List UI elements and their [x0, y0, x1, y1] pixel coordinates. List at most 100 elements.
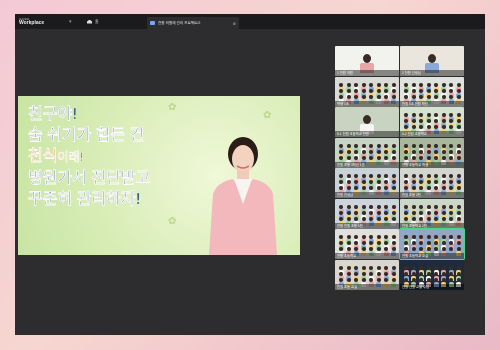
person-head [361, 143, 366, 148]
person-head [449, 143, 453, 148]
person-head [434, 271, 438, 276]
participant-name: 학생 1조 [335, 100, 399, 107]
person-head [376, 94, 381, 99]
person-head [354, 265, 358, 270]
person-head [449, 155, 453, 160]
person-head [384, 216, 388, 221]
participant-tile[interactable]: 천원 초등학교 2반 [400, 198, 464, 229]
person-head [384, 265, 388, 270]
person-head [391, 82, 396, 87]
person-head [354, 143, 358, 148]
video-icon [150, 21, 155, 25]
person-head [346, 210, 351, 215]
person-head [346, 143, 351, 148]
person-head [441, 143, 446, 148]
participant-tile[interactable]: 천원 선생님 [335, 168, 399, 198]
participant-tile[interactable]: 2 천원 선생님 [400, 46, 464, 76]
person-head [361, 88, 366, 93]
person-head [346, 265, 351, 270]
person-head [384, 155, 388, 160]
participant-name: 천원 초등학교 교실 [400, 253, 464, 259]
person-head [449, 277, 453, 282]
person-head [339, 265, 343, 270]
close-icon[interactable]: ⊗ [233, 21, 236, 26]
chevron-down-icon[interactable]: ▾ [69, 19, 79, 25]
participant-tile[interactable]: 천원 1조 천원 학년 [400, 76, 464, 107]
person-head [376, 155, 381, 160]
person-head [369, 271, 373, 276]
person-head [434, 94, 438, 99]
home-nav[interactable]: 홈 [87, 19, 99, 25]
person-head [426, 265, 431, 270]
participant-tile[interactable]: 천원 초등학교 교실 [399, 228, 465, 260]
person-head [449, 204, 453, 209]
person-head [449, 88, 453, 93]
meeting-tab[interactable]: 천원 의원에 관리 프로젝트/2 ⊗ [147, 17, 239, 29]
participant-tile[interactable]: 학생 1조 [335, 76, 399, 107]
person-head [411, 265, 416, 270]
person-head [434, 149, 438, 154]
home-label: 홈 [95, 18, 99, 24]
person-head [434, 210, 438, 215]
participant-tile[interactable]: 천원 초등 3학년 1반 [335, 137, 399, 168]
participant-tile[interactable]: 4-2 천원 초등학교 [400, 107, 464, 137]
person-head [441, 155, 446, 160]
person-head [354, 88, 358, 93]
meeting-window: NAVER Workplace ▾ 홈 천원 의원에 관리 프로젝트/2 ⊗ ✿… [15, 14, 485, 335]
participant-name: 천원 1조 천원 학년 [400, 100, 464, 107]
participant-tile[interactable]: 5-1 천원 초등학교 천원 [335, 107, 399, 137]
person-head [346, 277, 351, 282]
person-head [441, 88, 446, 93]
participant-name: 천원 초등학교 학생 [400, 161, 464, 168]
person-head [384, 82, 388, 87]
person-head [449, 94, 453, 99]
participant-tile[interactable]: 천원 초등학교 학생 [400, 137, 464, 168]
person-head [456, 143, 461, 148]
person-head [376, 271, 381, 276]
person-head [434, 277, 438, 282]
person-head [411, 143, 416, 148]
person-head [441, 210, 446, 215]
leaf-icon: ✿ [168, 216, 177, 227]
person-head [384, 88, 388, 93]
person-head [384, 149, 388, 154]
person-head [339, 82, 343, 87]
person-head [369, 204, 373, 209]
person-head [361, 265, 366, 270]
participant-name: 천원 초등 3학년 1반 [335, 161, 399, 168]
person-head [426, 88, 431, 93]
person-head [346, 149, 351, 154]
person-head [441, 271, 446, 276]
person-head [428, 54, 436, 63]
person-head [441, 265, 446, 270]
participant-name: 천원 천원 교실 수업 [400, 283, 464, 290]
person-head [376, 143, 381, 148]
person-head [391, 204, 396, 209]
person-head [456, 88, 461, 93]
person-head [346, 204, 351, 209]
person-head [456, 82, 461, 87]
person-head [456, 94, 461, 99]
person-head [363, 54, 371, 63]
participant-tile[interactable]: 천원 천원 초등 1반 [335, 198, 399, 229]
title-bar: NAVER Workplace ▾ 홈 천원 의원에 관리 프로젝트/2 ⊗ [15, 14, 485, 29]
person-head [354, 216, 358, 221]
participant-tile[interactable]: 천원 천원 교실 수업 [400, 259, 464, 290]
person-head [411, 210, 416, 215]
person-head [376, 277, 381, 282]
person-head [361, 216, 366, 221]
person-head [339, 155, 343, 160]
person-head [339, 204, 343, 209]
person-head [361, 155, 366, 160]
participant-tile[interactable]: 천원 초등학교 [335, 229, 399, 259]
app-logo[interactable]: NAVER Workplace [19, 17, 67, 26]
person-head [434, 216, 438, 221]
participant-tile[interactable]: 천원 초등 2반 [400, 168, 464, 198]
person-head [426, 271, 431, 276]
participant-tile[interactable]: 1 천원 의원 [335, 46, 399, 76]
person-head [391, 149, 396, 154]
person-head [426, 204, 431, 209]
participant-tile[interactable]: 천원 초등 교실 [335, 259, 399, 290]
person-head [404, 204, 408, 209]
person-head [441, 277, 446, 282]
